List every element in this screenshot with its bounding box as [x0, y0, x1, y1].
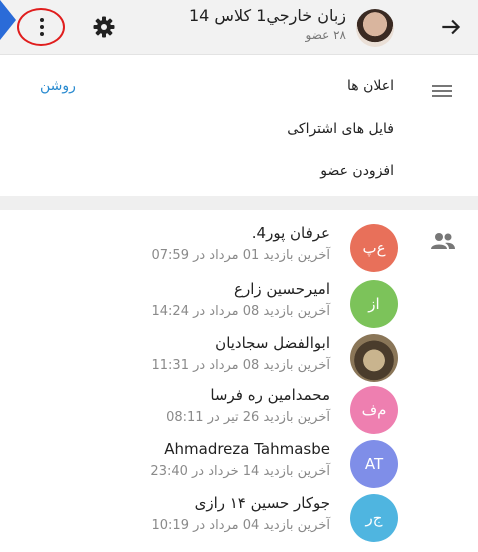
member-row[interactable]: ج‌ر جوکار حسین ۱۴ رازی آخرین بازدید 04 م…: [0, 486, 478, 552]
member-last-seen: آخرین بازدید 01 مرداد در 07:59: [151, 248, 331, 263]
more-vert-icon: [40, 18, 44, 39]
annotation-marker: [0, 0, 16, 40]
shared-files-item[interactable]: فایل های اشتراکی: [287, 121, 394, 137]
arrow-right-icon[interactable]: [438, 14, 464, 40]
member-avatar: [350, 334, 398, 382]
section-divider: [0, 196, 478, 210]
toolbar: زبان خارجي1 کلاس 14 ۲۸ عضو: [0, 0, 478, 55]
notifications-label[interactable]: اعلان ها: [347, 78, 394, 94]
member-last-seen: آخرین بازدید 14 خرداد در 23:40: [150, 464, 330, 479]
add-member-item[interactable]: افزودن عضو: [320, 163, 394, 179]
notifications-status[interactable]: روشن: [40, 78, 76, 94]
member-last-seen: آخرین بازدید 08 مرداد در 11:31: [151, 358, 331, 373]
member-name: امیرحسین زارع: [234, 280, 330, 298]
member-avatar: از: [350, 280, 398, 328]
member-name: Ahmadreza Tahmasbe: [164, 440, 330, 458]
gear-icon[interactable]: [92, 15, 116, 39]
member-name: عرفان پور4.: [251, 224, 330, 242]
more-options-button[interactable]: [17, 8, 65, 46]
member-avatar: ج‌ر: [350, 494, 398, 542]
member-avatar: ع‌پ: [350, 224, 398, 272]
member-last-seen: آخرین بازدید 08 مرداد در 14:24: [151, 304, 331, 319]
group-avatar[interactable]: [356, 9, 394, 47]
list-icon: [432, 85, 452, 97]
member-name: ابوالفضل سجادیان: [215, 334, 330, 352]
member-name: جوکار حسین ۱۴ رازی: [194, 494, 330, 512]
member-last-seen: آخرین بازدید 26 تیر در 08:11: [166, 410, 330, 425]
group-header-text[interactable]: زبان خارجي1 کلاس 14 ۲۸ عضو: [189, 6, 346, 42]
group-title: زبان خارجي1 کلاس 14: [188, 6, 346, 25]
member-avatar: م‌ف: [350, 386, 398, 434]
member-last-seen: آخرین بازدید 04 مرداد در 10:19: [151, 518, 331, 533]
member-name: محمدامین ره فرسا: [210, 386, 330, 404]
member-count: ۲۸ عضو: [305, 28, 346, 42]
member-avatar: AT: [350, 440, 398, 488]
